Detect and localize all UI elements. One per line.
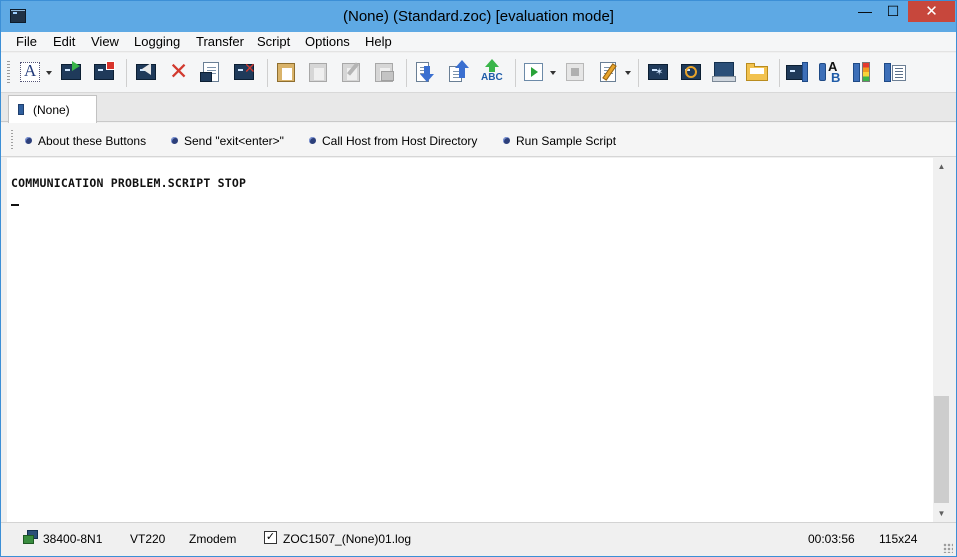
text-style-icon[interactable]: A B [818, 59, 844, 85]
menu-bar: File Edit View Logging Transfer Script O… [1, 32, 956, 52]
terminal-size: 115x24 [879, 532, 918, 546]
connection-settings[interactable]: 38400-8N1 [43, 532, 102, 546]
logging-checkbox[interactable]: ✓ [264, 531, 277, 544]
title-bar[interactable]: (None) (Standard.zoc) [evaluation mode] … [1, 1, 956, 32]
transfer-protocol[interactable]: Zmodem [189, 532, 236, 546]
toolbar-separator [406, 59, 407, 87]
properties-icon[interactable] [199, 60, 223, 84]
scroll-thumb[interactable] [934, 396, 949, 503]
scroll-down-icon[interactable]: ▼ [933, 505, 950, 522]
new-session-icon[interactable] [59, 60, 83, 84]
toolbar: A ✕ ✕ ABC ✶ A B [1, 53, 956, 93]
bullet-icon [171, 137, 178, 144]
log-file-name: ZOC1507_(None)01.log [283, 532, 412, 546]
menu-view[interactable]: View [91, 34, 119, 49]
spell-check-icon[interactable]: ABC [480, 59, 506, 84]
print-icon[interactable] [372, 60, 396, 84]
terminal-line: COMMUNICATION PROBLEM.SCRIPT STOP [11, 176, 247, 190]
tab-none[interactable]: (None) [8, 95, 97, 123]
clear-icon[interactable]: ✕ [232, 60, 256, 84]
edit-icon[interactable] [339, 60, 363, 84]
terminal-cursor [11, 204, 19, 206]
menu-help[interactable]: Help [365, 34, 392, 49]
terminal-icon[interactable]: ✶ [646, 60, 670, 84]
close-button[interactable]: ✕ [908, 1, 955, 22]
stop-icon[interactable] [563, 60, 587, 84]
toolbar-grip[interactable] [7, 61, 10, 85]
vertical-scrollbar[interactable]: ▲ ▼ [933, 158, 950, 522]
maximize-button[interactable]: ☐ [879, 1, 907, 22]
session-icon [18, 104, 24, 115]
send-exit-button[interactable]: Send "exit<enter>" [171, 134, 284, 148]
status-bar: 38400-8N1 VT220 Zmodem ✓ ZOC1507_(None)0… [1, 522, 956, 556]
window-icon[interactable] [786, 60, 810, 84]
user-button-bar: About these Buttons Send "exit<enter>" C… [1, 123, 956, 157]
about-buttons-button[interactable]: About these Buttons [25, 134, 146, 148]
upload-icon[interactable] [447, 60, 471, 84]
bullet-icon [25, 137, 32, 144]
color-bars-icon[interactable] [851, 60, 875, 84]
edit-script-dropdown-icon[interactable] [625, 71, 631, 75]
font-dropdown-icon[interactable] [46, 71, 52, 75]
menu-edit[interactable]: Edit [53, 34, 75, 49]
resize-grip[interactable] [943, 543, 953, 553]
toolbar-separator [779, 59, 780, 87]
run-script-icon[interactable] [522, 60, 546, 84]
disconnect-icon[interactable] [134, 60, 158, 84]
button-label: Call Host from Host Directory [322, 134, 478, 148]
menu-options[interactable]: Options [305, 34, 350, 49]
tab-label: (None) [33, 103, 70, 117]
session-tab-bar: (None) [1, 93, 956, 123]
window-title: (None) (Standard.zoc) [evaluation mode] [343, 8, 614, 25]
target-icon[interactable] [679, 60, 703, 84]
session-timer: 00:03:56 [808, 532, 855, 546]
button-label: About these Buttons [38, 134, 147, 148]
run-script-dropdown-icon[interactable] [550, 71, 556, 75]
scroll-up-icon[interactable]: ▲ [933, 158, 950, 175]
edit-script-icon[interactable] [596, 60, 620, 84]
button-label: Run Sample Script [516, 134, 617, 148]
menu-transfer[interactable]: Transfer [196, 34, 244, 49]
copy-icon[interactable] [306, 60, 330, 84]
menu-script[interactable]: Script [257, 34, 290, 49]
cancel-icon[interactable]: ✕ [166, 58, 190, 84]
emulation-type[interactable]: VT220 [130, 532, 165, 546]
toolbar-separator [126, 59, 127, 87]
bullet-icon [309, 137, 316, 144]
download-icon[interactable] [414, 60, 438, 84]
quick-connect-icon[interactable] [92, 60, 116, 84]
toolbar-separator [267, 59, 268, 87]
toolbar-separator [638, 59, 639, 87]
menu-file[interactable]: File [16, 34, 37, 49]
toolbar-separator [515, 59, 516, 87]
terminal-screen[interactable]: COMMUNICATION PROBLEM.SCRIPT STOP [7, 158, 933, 522]
font-icon[interactable]: A [18, 60, 42, 84]
button-bar-grip[interactable] [11, 130, 13, 150]
app-window: (None) (Standard.zoc) [evaluation mode] … [0, 0, 957, 557]
host-directory-icon[interactable] [712, 60, 736, 84]
paste-icon[interactable] [274, 60, 298, 84]
connection-icon [23, 530, 39, 545]
settings-icon[interactable] [883, 60, 907, 84]
call-host-button[interactable]: Call Host from Host Directory [309, 134, 477, 148]
bullet-icon [503, 137, 510, 144]
minimize-button[interactable]: — [851, 1, 879, 22]
open-folder-icon[interactable] [745, 60, 769, 84]
run-sample-script-button[interactable]: Run Sample Script [503, 134, 616, 148]
menu-logging[interactable]: Logging [134, 34, 180, 49]
button-label: Send "exit<enter>" [184, 134, 284, 148]
